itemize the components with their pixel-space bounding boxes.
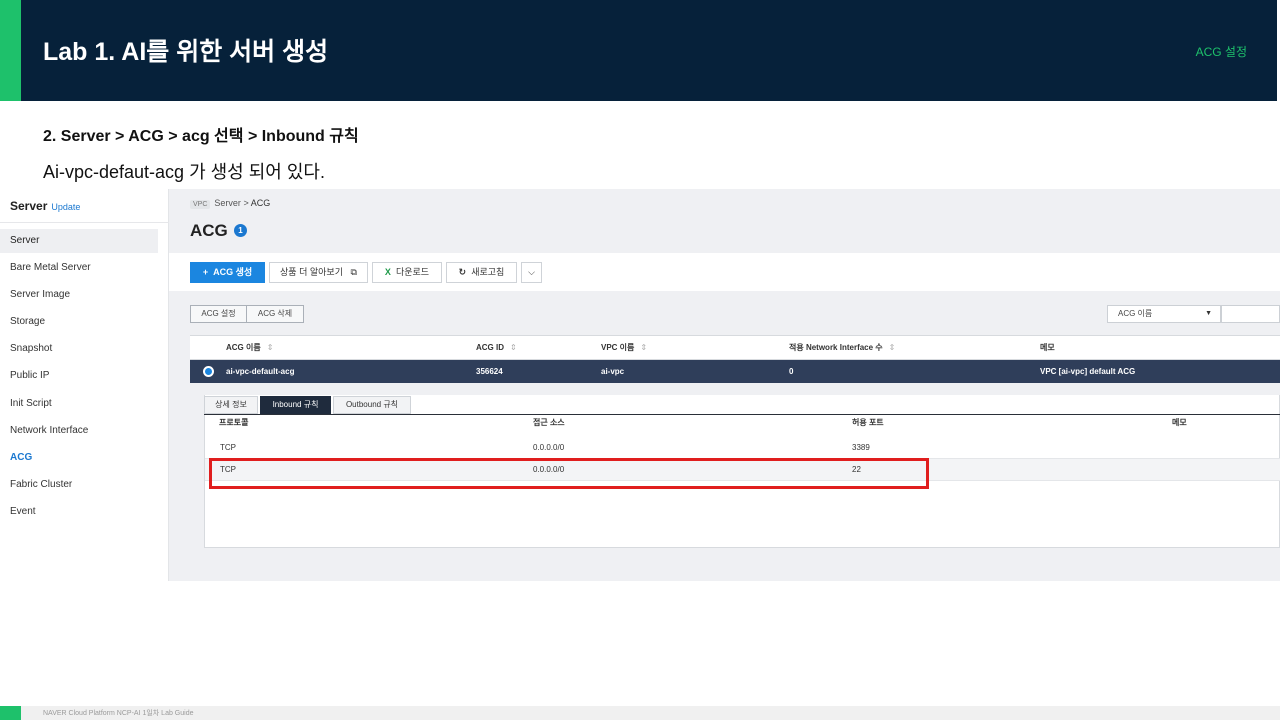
column-memo: 메모 (1040, 343, 1055, 352)
refresh-button[interactable]: ↻ 새로고침 (446, 262, 517, 283)
column-label: ACG ID (476, 343, 504, 352)
cell-vpc-name: ai-vpc (601, 367, 625, 376)
sidebar-item-init-script[interactable]: Init Script (0, 392, 158, 416)
sidebar-item-storage[interactable]: Storage (0, 310, 158, 334)
column-label: 적용 Network Interface 수 (789, 343, 883, 352)
column-label: ACG 이름 (226, 343, 261, 352)
footer-text: NAVER Cloud Platform NCP-AI 1일차 Lab Guid… (43, 710, 194, 717)
learn-more-label: 상품 더 알아보기 (280, 267, 343, 277)
count-badge: 1 (234, 224, 247, 237)
sidebar-item-snapshot[interactable]: Snapshot (0, 337, 158, 361)
column-vpc-name[interactable]: VPC 이름 ⇕ (601, 336, 647, 359)
step-instruction: 2. Server > ACG > acg 선택 > Inbound 규칙 (43, 128, 359, 145)
main-content: VPC Server > ACG ACG 1 + ACG 생성 상품 더 알아보기 … (169, 189, 1280, 581)
create-acg-button[interactable]: + ACG 생성 (190, 262, 265, 283)
step-description: Ai-vpc-defaut-acg 가 생성 되어 있다. (43, 162, 325, 182)
cell-acg-id: 356624 (476, 367, 503, 376)
footer-accent-bar (0, 706, 21, 720)
sidebar-item-server-image[interactable]: Server Image (0, 283, 158, 307)
footer-band (21, 706, 1280, 720)
sidebar-item-fabric-cluster[interactable]: Fabric Cluster (0, 473, 158, 497)
download-label: 다운로드 (395, 267, 430, 277)
slide-section-tag: ACG 설정 (1195, 45, 1247, 59)
sidebar-item-network-interface[interactable]: Network Interface (0, 419, 158, 443)
create-acg-label: ACG 생성 (213, 267, 253, 277)
search-input[interactable] (1221, 305, 1280, 323)
download-button[interactable]: X 다운로드 (372, 262, 442, 283)
slide: Lab 1. AI를 위한 서버 생성 ACG 설정 2. Server > A… (0, 0, 1280, 720)
sort-icon: ⇕ (510, 343, 517, 352)
breadcrumb: VPC Server > ACG (190, 198, 270, 209)
tab-outbound-rules[interactable]: Outbound 규칙 (333, 396, 411, 414)
cell-acg-name: ai-vpc-default-acg (226, 367, 295, 376)
slide-title: Lab 1. AI를 위한 서버 생성 (43, 38, 329, 66)
update-link[interactable]: Update (51, 202, 80, 212)
external-link-icon: ⧉ (350, 267, 357, 277)
rule-column-memo: 메모 (1172, 418, 1187, 427)
acg-table-header: ACG 이름 ⇕ ACG ID ⇕ VPC 이름 ⇕ 적용 Network Inter… (190, 335, 1280, 360)
sidebar-item-public-ip[interactable]: Public IP (0, 364, 158, 388)
sidebar-title: Server Update (10, 199, 80, 213)
acg-settings-button[interactable]: ACG 설정 (190, 305, 247, 323)
sidebar-title-text: Server (10, 199, 48, 213)
rule-source: 0.0.0.0/0 (533, 443, 565, 452)
acg-delete-button[interactable]: ACG 삭제 (246, 305, 304, 323)
column-ni-count[interactable]: 적용 Network Interface 수 ⇕ (789, 336, 895, 359)
rule-port: 3389 (852, 443, 870, 452)
rule-column-protocol: 프로토콜 (219, 418, 249, 427)
tab-underline (204, 414, 1280, 415)
learn-more-button[interactable]: 상품 더 알아보기 ⧉ (269, 262, 368, 283)
rule-row[interactable]: TCP 0.0.0.0/0 3389 (205, 437, 1280, 459)
plus-icon: + (202, 267, 209, 277)
sidebar-item-acg[interactable]: ACG (0, 446, 158, 470)
platform-badge: VPC (190, 200, 211, 209)
sidebar-item-server[interactable]: Server (0, 229, 158, 253)
sidebar-item-bare-metal-server[interactable]: Bare Metal Server (0, 256, 158, 280)
acg-list-pane: ACG 설정 ACG 삭제 ACG 이름 ▼ ACG 이름 ⇕ ACG ID ⇕ V… (190, 291, 1280, 581)
rule-column-port: 허용 포트 (852, 418, 884, 427)
search-field-value: ACG 이름 (1118, 309, 1153, 318)
rule-protocol: TCP (220, 443, 236, 452)
table-row[interactable]: ai-vpc-default-acg 356624 ai-vpc 0 VPC [… (190, 360, 1280, 383)
highlight-box (209, 458, 929, 489)
console-screenshot: Server Update Server Bare Metal Server Se… (0, 189, 1280, 581)
breadcrumb-current: ACG (250, 198, 271, 208)
chevron-down-icon: ⌵ (528, 267, 535, 277)
header-accent-bar (0, 0, 21, 101)
page-title: ACG (190, 221, 228, 240)
tab-inbound-rules[interactable]: Inbound 규칙 (260, 396, 331, 414)
refresh-label: 새로고침 (471, 267, 505, 277)
refresh-icon: ↻ (458, 267, 467, 277)
excel-icon: X (384, 267, 391, 277)
breadcrumb-separator: > (243, 198, 249, 208)
cell-memo: VPC [ai-vpc] default ACG (1040, 367, 1136, 376)
sidebar-item-event[interactable]: Event (0, 500, 158, 524)
column-acg-id[interactable]: ACG ID ⇕ (476, 336, 517, 359)
rule-column-source: 접근 소스 (533, 418, 565, 427)
sidebar-divider (0, 222, 169, 223)
sort-icon: ⇕ (266, 343, 274, 352)
column-label: VPC 이름 (601, 343, 635, 352)
tab-details[interactable]: 상세 정보 (204, 396, 258, 414)
search-field-select[interactable]: ACG 이름 ▼ (1107, 305, 1221, 323)
toolbar: + ACG 생성 상품 더 알아보기 ⧉ X 다운로드 ↻ 새로고침 ⌵ (169, 253, 1280, 291)
breadcrumb-section[interactable]: Server (214, 198, 241, 208)
cell-ni-count: 0 (789, 367, 794, 376)
sort-icon: ⇕ (640, 343, 648, 352)
sidebar: Server Update Server Bare Metal Server Se… (0, 189, 169, 581)
more-dropdown-button[interactable]: ⌵ (521, 262, 542, 283)
row-select-radio[interactable] (203, 366, 214, 377)
column-acg-name[interactable]: ACG 이름 ⇕ (226, 336, 273, 359)
dropdown-arrow-icon: ▼ (1205, 310, 1212, 317)
sort-icon: ⇕ (888, 343, 896, 352)
